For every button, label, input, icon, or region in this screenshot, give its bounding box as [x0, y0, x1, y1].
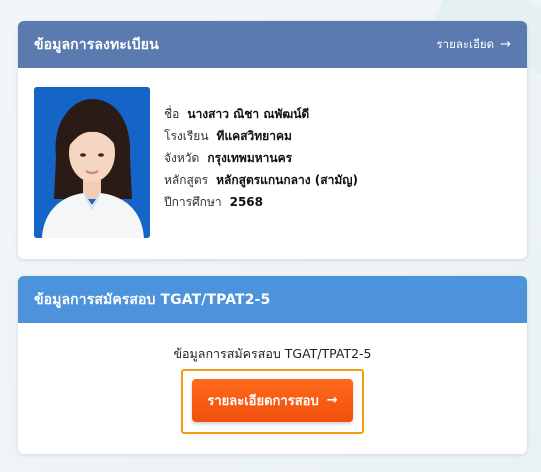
info-row-school: โรงเรียน ทีแคสวิทยาคม [164, 127, 358, 149]
info-label: ปีการศึกษา [164, 195, 222, 209]
registration-card: ข้อมูลการลงทะเบียน รายละเอียด → ชื่อ นาง… [18, 21, 527, 259]
exam-title: ข้อมูลการสมัครสอบ TGAT/TPAT2-5 [34, 291, 271, 308]
info-row-province: จังหวัด กรุงเทพมหานคร [164, 149, 358, 171]
info-row-curriculum: หลักสูตร หลักสูตรแกนกลาง (สามัญ) [164, 171, 358, 193]
registration-detail-label: รายละเอียด [436, 36, 495, 51]
info-row-academic-year: ปีการศึกษา 2568 [164, 193, 358, 215]
info-label: หลักสูตร [164, 173, 209, 187]
arrow-right-icon: → [326, 393, 338, 408]
registration-detail-link[interactable]: รายละเอียด → [436, 36, 511, 54]
exam-detail-button-label: รายละเอียดการสอบ [207, 394, 319, 409]
info-value: ทีแคสวิทยาคม [216, 129, 292, 143]
info-row-name: ชื่อ นางสาว ณิชา ณพัฒน์ดี [164, 105, 358, 127]
info-label: ชื่อ [164, 107, 180, 121]
arrow-right-icon: → [500, 37, 511, 52]
registration-info: ชื่อ นางสาว ณิชา ณพัฒน์ดี โรงเรียน ทีแคส… [164, 105, 358, 215]
profile-photo-image [34, 87, 150, 238]
info-value: นางสาว ณิชา ณพัฒน์ดี [187, 107, 310, 121]
profile-photo [34, 87, 150, 238]
info-value: 2568 [229, 195, 264, 209]
exam-card-header: ข้อมูลการสมัครสอบ TGAT/TPAT2-5 [18, 276, 527, 323]
info-label: โรงเรียน [164, 129, 209, 143]
info-value: หลักสูตรแกนกลาง (สามัญ) [216, 173, 358, 187]
info-label: จังหวัด [164, 151, 200, 165]
exam-card: ข้อมูลการสมัครสอบ TGAT/TPAT2-5 ข้อมูลการ… [18, 276, 527, 454]
exam-detail-button[interactable]: รายละเอียดการสอบ → [192, 379, 353, 422]
info-value: กรุงเทพมหานคร [207, 151, 293, 165]
registration-title: ข้อมูลการลงทะเบียน [34, 36, 159, 53]
registration-card-header: ข้อมูลการลงทะเบียน รายละเอียด → [18, 21, 527, 68]
exam-body-text: ข้อมูลการสมัครสอบ TGAT/TPAT2-5 [173, 346, 372, 361]
